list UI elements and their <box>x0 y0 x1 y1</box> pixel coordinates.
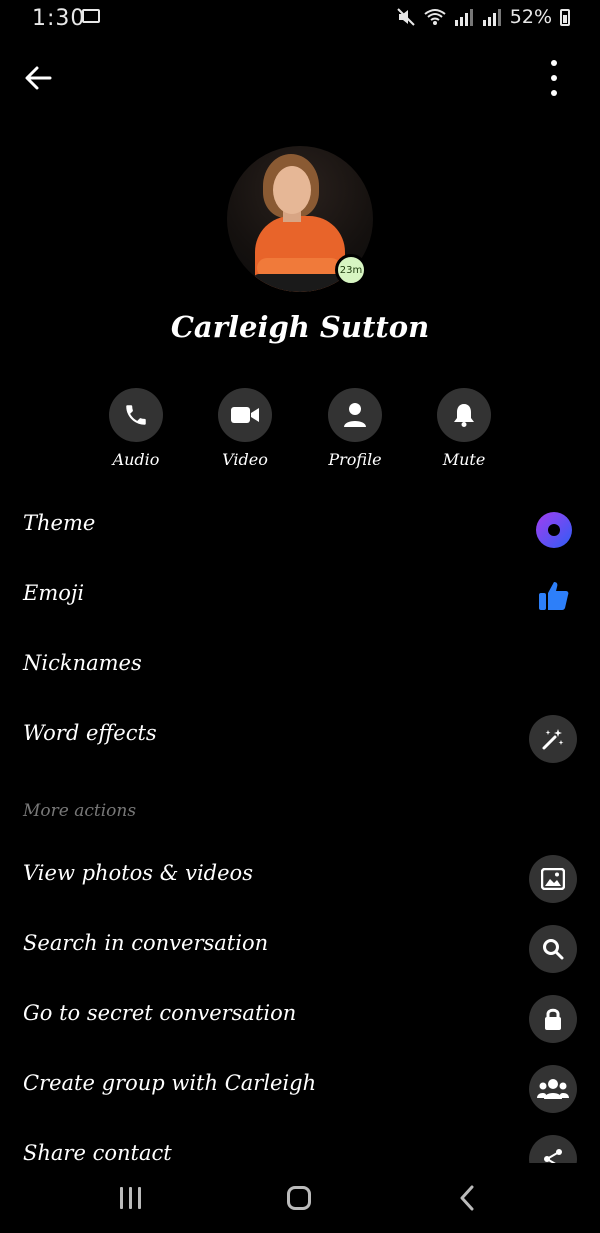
signal-icon <box>454 9 473 26</box>
wifi-icon <box>424 9 446 25</box>
back-button[interactable] <box>20 58 60 98</box>
theme-row[interactable]: Theme <box>0 493 600 563</box>
magic-wand-icon <box>529 715 577 763</box>
word-effects-row[interactable]: Word effects <box>0 703 600 773</box>
group-icon <box>529 1065 577 1113</box>
theme-circle-icon <box>536 512 572 548</box>
active-status-badge: 23m <box>335 254 367 286</box>
search-icon <box>529 925 577 973</box>
battery-percent: 52% <box>509 6 552 28</box>
row-label: Emoji <box>23 581 85 605</box>
mute-icon <box>397 8 415 26</box>
action-label: Profile <box>328 450 382 469</box>
search-conversation-row[interactable]: Search in conversation <box>0 913 600 983</box>
row-label: Search in conversation <box>23 931 269 955</box>
contact-name: Carleigh Sutton <box>170 310 430 344</box>
row-label: Word effects <box>23 721 157 745</box>
row-label: Create group with Carleigh <box>23 1071 317 1095</box>
nav-back-icon[interactable] <box>456 1185 480 1211</box>
thumbs-up-icon <box>539 582 569 610</box>
person-icon <box>328 388 382 442</box>
view-photos-row[interactable]: View photos & videos <box>0 843 600 913</box>
action-label: Video <box>222 450 268 469</box>
arrow-left-icon <box>25 66 52 90</box>
lock-icon <box>529 995 577 1043</box>
dot <box>551 75 557 81</box>
nicknames-row[interactable]: Nicknames <box>0 633 600 703</box>
row-label: Go to secret conversation <box>23 1001 297 1025</box>
action-label: Mute <box>442 450 486 469</box>
dot <box>551 60 557 66</box>
top-bar <box>0 52 600 102</box>
row-label: Theme <box>23 511 96 535</box>
row-label: Nicknames <box>23 651 142 675</box>
bell-icon <box>437 388 491 442</box>
row-label: View photos & videos <box>23 861 253 885</box>
status-icons: 52% <box>396 6 570 28</box>
dot <box>551 90 557 96</box>
quick-actions: Audio Video Profile Mute <box>0 388 600 478</box>
video-call-button[interactable]: Video <box>200 388 290 469</box>
status-time: 1:30 <box>32 6 86 31</box>
audio-call-button[interactable]: Audio <box>91 388 181 469</box>
system-nav-bar <box>0 1163 600 1233</box>
share-contact-row[interactable]: Share contact <box>0 1123 600 1163</box>
signal-icon-2 <box>482 9 501 26</box>
battery-icon <box>560 8 570 26</box>
share-icon <box>529 1135 577 1163</box>
image-icon <box>529 855 577 903</box>
recents-button[interactable] <box>120 1187 141 1209</box>
row-label: Share contact <box>23 1141 172 1163</box>
more-options-button[interactable] <box>544 60 564 96</box>
create-group-row[interactable]: Create group with Carleigh <box>0 1053 600 1123</box>
status-bar: 1:30 52% <box>0 0 600 36</box>
gallery-notification-icon <box>82 9 100 23</box>
video-camera-icon <box>218 388 272 442</box>
home-button[interactable] <box>287 1186 311 1210</box>
profile-button[interactable]: Profile <box>310 388 400 469</box>
profile-avatar[interactable]: 23m <box>227 146 373 292</box>
mute-button[interactable]: Mute <box>419 388 509 469</box>
secret-conversation-row[interactable]: Go to secret conversation <box>0 983 600 1053</box>
action-label: Audio <box>112 450 160 469</box>
more-actions-header: More actions <box>23 801 137 821</box>
phone-icon <box>109 388 163 442</box>
emoji-row[interactable]: Emoji <box>0 563 600 633</box>
